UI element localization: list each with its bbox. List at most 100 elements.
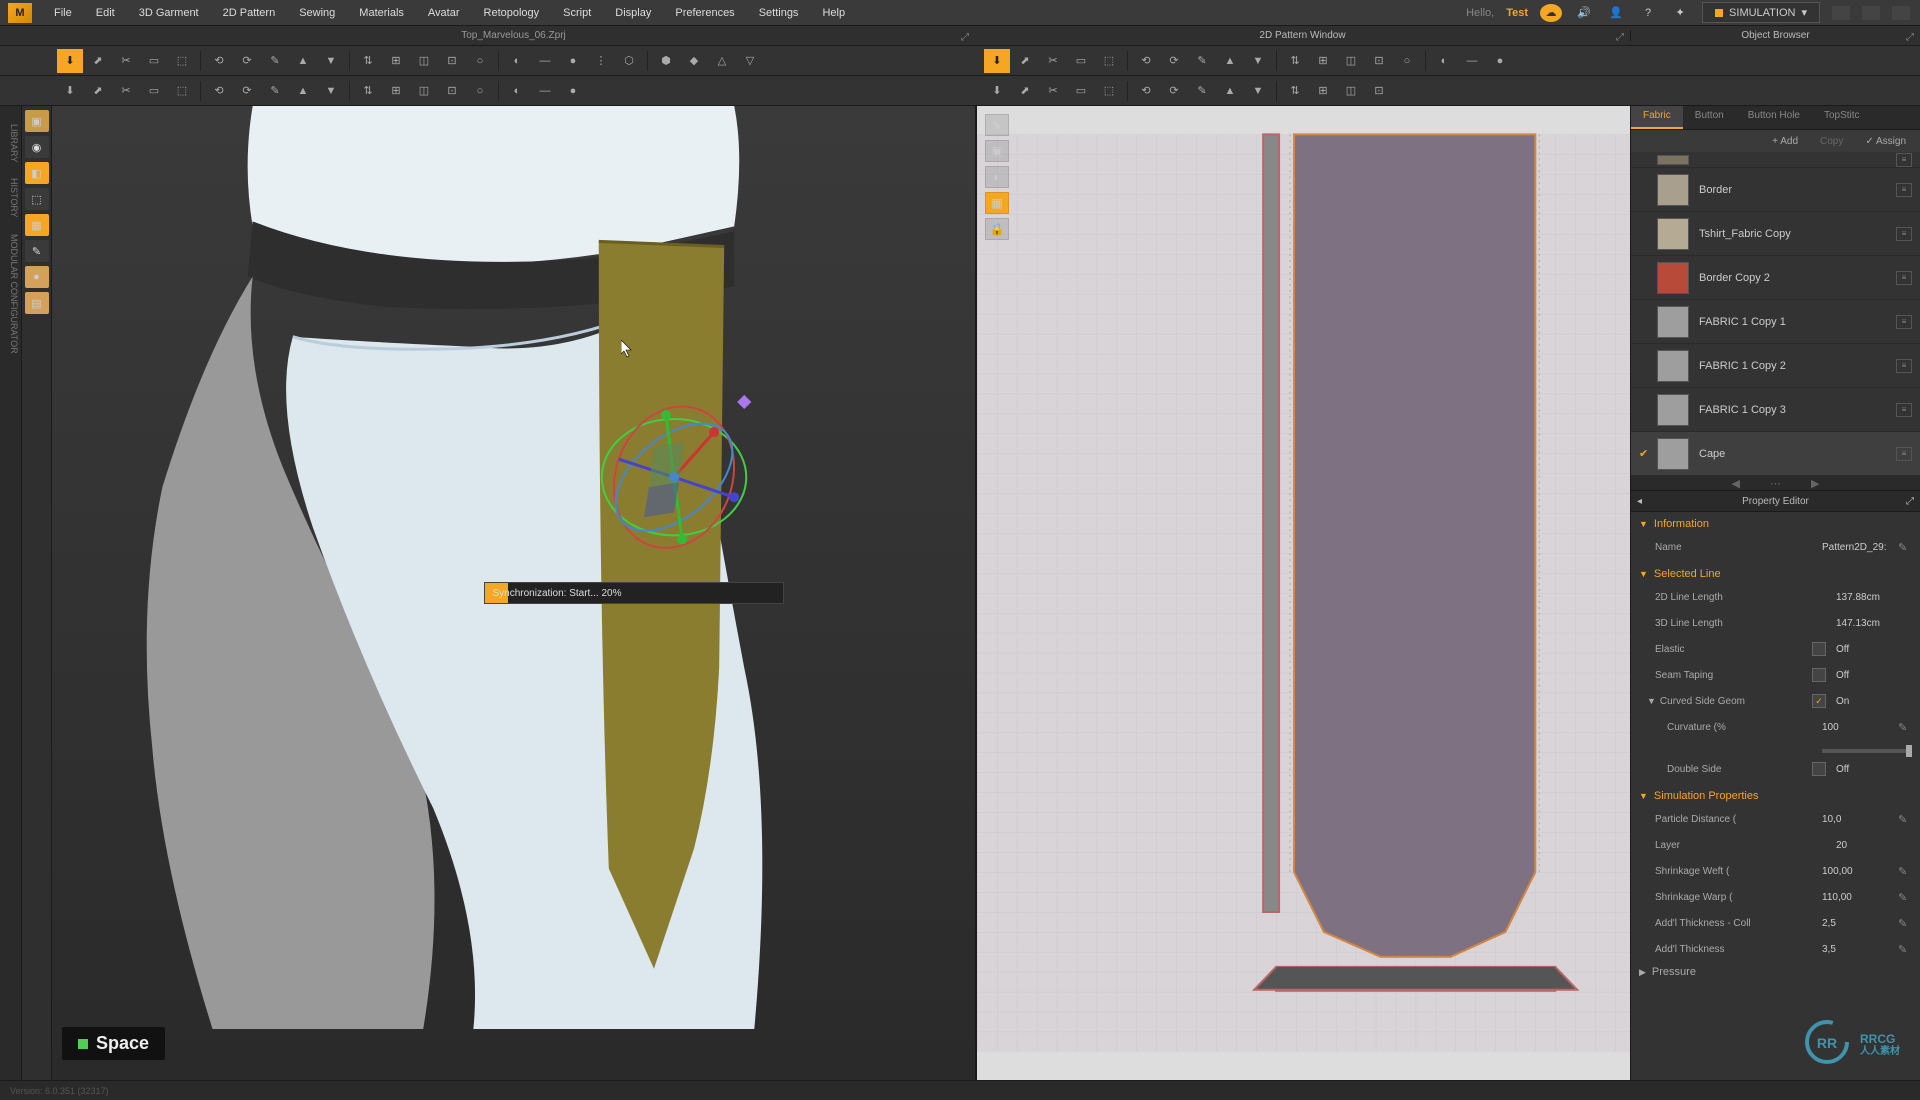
tool-tools-2d-1-13[interactable]: ⊡ <box>1366 49 1392 73</box>
vtab-history[interactable]: HISTORY <box>0 170 21 226</box>
expand-2d-icon[interactable]: ⤢ <box>1616 32 1624 43</box>
expand-3d-icon[interactable]: ⤢ <box>961 32 969 43</box>
tool-tools-2d-1-0[interactable]: ⬇ <box>984 49 1010 73</box>
tool-tools-3d-1-14[interactable]: ○ <box>467 49 493 73</box>
fabric-item-7[interactable]: ✔ Cape ≡ <box>1631 432 1920 476</box>
fabric-item-6[interactable]: FABRIC 1 Copy 3 ≡ <box>1631 388 1920 432</box>
tool-tools-3d-1-20[interactable]: ⬢ <box>653 49 679 73</box>
menu-script[interactable]: Script <box>551 3 603 23</box>
menu-preferences[interactable]: Preferences <box>663 3 746 23</box>
tool-tools-2d-2-6[interactable]: ⟳ <box>1161 79 1187 103</box>
fabric-options-icon[interactable]: ≡ <box>1896 447 1912 461</box>
tool-tools-2d-2-0[interactable]: ⬇ <box>984 79 1010 103</box>
fabric-options-icon[interactable]: ≡ <box>1896 403 1912 417</box>
menu-help[interactable]: Help <box>810 3 857 23</box>
viewport-3d[interactable]: Synchronization: Start... 20% Space <box>52 106 975 1080</box>
edit-icon[interactable]: ✎ <box>1898 943 1912 956</box>
prop-information-header[interactable]: ▼ Information <box>1631 514 1920 534</box>
tool-tools-2d-1-17[interactable]: ● <box>1487 49 1513 73</box>
tool-tools-3d-2-12[interactable]: ◫ <box>411 79 437 103</box>
menu-edit[interactable]: Edit <box>84 3 127 23</box>
viewport-2d[interactable]: ⬊ ▣ ◐ ▦ 🔒 <box>975 106 1630 1080</box>
tool-tools-2d-2-12[interactable]: ◫ <box>1338 79 1364 103</box>
tool-tools-2d-1-4[interactable]: ⬚ <box>1096 49 1122 73</box>
tool-tools-3d-2-10[interactable]: ⇅ <box>355 79 381 103</box>
tool-tools-2d-1-7[interactable]: ✎ <box>1189 49 1215 73</box>
fabric-item-3[interactable]: Border Copy 2 ≡ <box>1631 256 1920 300</box>
tool-tools-3d-2-17[interactable]: ● <box>560 79 586 103</box>
tool-tools-3d-2-4[interactable]: ⬚ <box>169 79 195 103</box>
tool-tools-2d-2-1[interactable]: ⬈ <box>1012 79 1038 103</box>
side-icon-3[interactable]: ◧ <box>25 162 49 184</box>
fabric-item-2[interactable]: Tshirt_Fabric Copy ≡ <box>1631 212 1920 256</box>
tool-tools-3d-2-3[interactable]: ▭ <box>141 79 167 103</box>
menu-display[interactable]: Display <box>603 3 663 23</box>
help-icon[interactable]: ? <box>1638 3 1658 23</box>
edit-icon[interactable]: ✎ <box>1898 721 1912 734</box>
menu-sewing[interactable]: Sewing <box>287 3 347 23</box>
tool-tools-3d-1-4[interactable]: ⬚ <box>169 49 195 73</box>
tool-tools-2d-1-1[interactable]: ⬈ <box>1012 49 1038 73</box>
double-checkbox[interactable] <box>1812 762 1826 776</box>
fabric-options-icon[interactable]: ≡ <box>1896 271 1912 285</box>
cloud-icon[interactable]: ☁ <box>1540 4 1562 22</box>
fabric-item-5[interactable]: FABRIC 1 Copy 2 ≡ <box>1631 344 1920 388</box>
tool-tools-3d-1-15[interactable]: ◐ <box>504 49 530 73</box>
rp-tab-button[interactable]: Button <box>1683 106 1736 129</box>
fabric-options-icon[interactable]: ≡ <box>1896 183 1912 197</box>
tool-tools-2d-1-10[interactable]: ⇅ <box>1282 49 1308 73</box>
simulation-button[interactable]: SIMULATION ▾ <box>1702 2 1820 23</box>
menu-retopology[interactable]: Retopology <box>472 3 552 23</box>
side-icon-1[interactable]: ▣ <box>25 110 49 132</box>
tool-tools-2d-1-14[interactable]: ○ <box>1394 49 1420 73</box>
tool-tools-3d-1-11[interactable]: ⊞ <box>383 49 409 73</box>
expand-browser-icon[interactable]: ⤢ <box>1906 32 1914 43</box>
particle-value[interactable]: 10,0 <box>1818 812 1898 827</box>
tool-tools-3d-2-14[interactable]: ○ <box>467 79 493 103</box>
side-icon-6[interactable]: ✎ <box>25 240 49 262</box>
vtab-modular[interactable]: MODULAR CONFIGURATOR <box>0 226 21 362</box>
tool-tools-3d-2-0[interactable]: ⬇ <box>57 79 83 103</box>
th2-value[interactable]: 3,5 <box>1818 942 1898 957</box>
edit-icon[interactable]: ✎ <box>1898 865 1912 878</box>
tool-tools-3d-2-6[interactable]: ⟳ <box>234 79 260 103</box>
tool-tools-2d-1-16[interactable]: — <box>1459 49 1485 73</box>
warp-value[interactable]: 110,00 <box>1818 890 1898 905</box>
tool-tools-2d-1-5[interactable]: ⟲ <box>1133 49 1159 73</box>
fabric-item-4[interactable]: FABRIC 1 Copy 1 ≡ <box>1631 300 1920 344</box>
tool-tools-3d-1-17[interactable]: ● <box>560 49 586 73</box>
scroll-right-icon[interactable]: ▶ <box>1811 477 1819 490</box>
tool-tools-3d-1-7[interactable]: ✎ <box>262 49 288 73</box>
fabric-options-icon[interactable]: ≡ <box>1896 315 1912 329</box>
tool-tools-3d-2-8[interactable]: ▲ <box>290 79 316 103</box>
seam-checkbox[interactable] <box>1812 668 1826 682</box>
tool-tools-3d-1-12[interactable]: ◫ <box>411 49 437 73</box>
menu-materials[interactable]: Materials <box>347 3 416 23</box>
th1-value[interactable]: 2,5 <box>1818 916 1898 931</box>
edit-icon[interactable]: ✎ <box>1898 541 1912 554</box>
chevron-down-icon[interactable]: ▾ <box>1801 6 1807 19</box>
tool-tools-3d-1-13[interactable]: ⊡ <box>439 49 465 73</box>
window-restore[interactable] <box>1862 6 1880 20</box>
menu-avatar[interactable]: Avatar <box>416 3 472 23</box>
tool-tools-3d-2-13[interactable]: ⊡ <box>439 79 465 103</box>
tool-tools-3d-1-22[interactable]: △ <box>709 49 735 73</box>
vp2d-icon-1[interactable]: ⬊ <box>985 114 1009 136</box>
side-icon-4[interactable]: ⬚ <box>25 188 49 210</box>
tool-tools-2d-2-2[interactable]: ✂ <box>1040 79 1066 103</box>
tool-tools-2d-1-9[interactable]: ▼ <box>1245 49 1271 73</box>
tool-tools-3d-1-16[interactable]: — <box>532 49 558 73</box>
tool-tools-3d-1-6[interactable]: ⟳ <box>234 49 260 73</box>
vtab-library[interactable]: LIBRARY <box>0 116 21 170</box>
menu-file[interactable]: File <box>42 3 84 23</box>
layer-value[interactable]: 20 <box>1832 838 1912 853</box>
tool-tools-3d-2-15[interactable]: ◐ <box>504 79 530 103</box>
rp-tab-fabric[interactable]: Fabric <box>1631 106 1683 129</box>
copy-button[interactable]: Copy <box>1812 134 1851 149</box>
window-minimize[interactable] <box>1832 6 1850 20</box>
curvature-value[interactable]: 100 <box>1818 720 1898 735</box>
fabric-options-icon[interactable]: ≡ <box>1896 359 1912 373</box>
edit-icon[interactable]: ✎ <box>1898 891 1912 904</box>
tool-tools-3d-2-5[interactable]: ⟲ <box>206 79 232 103</box>
tool-tools-3d-2-16[interactable]: — <box>532 79 558 103</box>
